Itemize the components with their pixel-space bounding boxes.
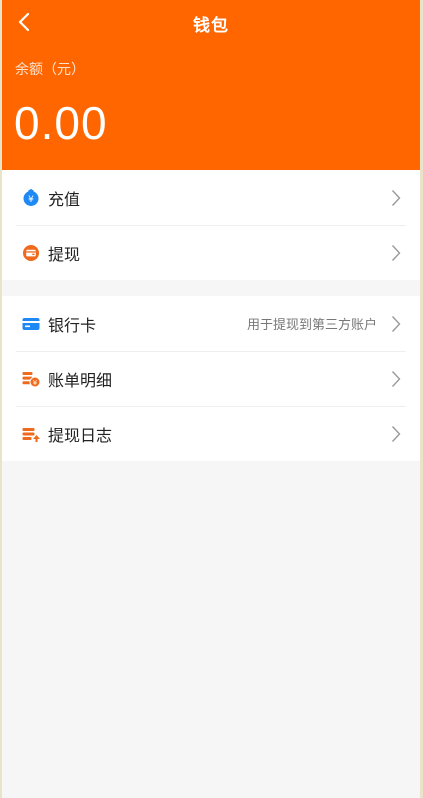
bank-card-label: 银行卡 (48, 315, 97, 335)
page-title: 钱包 (193, 16, 229, 36)
bank-card-hint: 用于提现到第三方账户 (246, 318, 377, 333)
chevron-right-icon (391, 244, 403, 262)
recharge-label: 充值 (48, 189, 81, 209)
bank-card-icon (22, 315, 40, 333)
bill-detail-icon: ¥ (22, 370, 40, 388)
chevron-right-icon (391, 425, 403, 443)
chevron-right-icon (391, 315, 403, 333)
bill-detail-row[interactable]: ¥ 账单明细 (2, 351, 420, 406)
wallet-header: 钱包 余额（元） 0.00 (2, 0, 420, 170)
funds-group: ¥ 充值 提现 (2, 170, 420, 280)
withdraw-log-row[interactable]: 提现日志 (2, 406, 420, 461)
recharge-icon: ¥ (22, 188, 40, 207)
withdraw-log-icon (22, 425, 40, 443)
balance-label: 余额（元） (15, 62, 85, 78)
withdraw-label: 提现 (48, 244, 81, 264)
svg-text:¥: ¥ (33, 379, 38, 387)
chevron-right-icon (391, 189, 403, 207)
svg-text:¥: ¥ (28, 195, 34, 205)
chevron-right-icon (391, 370, 403, 388)
withdraw-icon (22, 244, 40, 262)
bank-card-row[interactable]: 银行卡 用于提现到第三方账户 (2, 296, 420, 351)
bill-detail-label: 账单明细 (48, 370, 113, 390)
recharge-row[interactable]: ¥ 充值 (2, 170, 420, 225)
withdraw-log-label: 提现日志 (48, 425, 113, 445)
account-group: 银行卡 用于提现到第三方账户 ¥ 账单明细 提现日志 (2, 296, 420, 461)
withdraw-row[interactable]: 提现 (2, 225, 420, 280)
balance-value: 0.00 (14, 97, 108, 149)
wallet-screen: 钱包 余额（元） 0.00 ¥ 充值 提现 银行卡 用于提现到第三方账户 ¥ 账… (2, 0, 420, 798)
